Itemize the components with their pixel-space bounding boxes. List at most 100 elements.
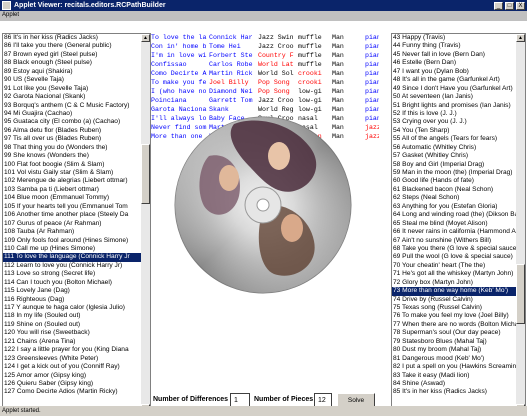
list-item[interactable]: 87 Brown eyed girl (Steel pulse): [3, 51, 141, 59]
list-item[interactable]: 62 Steps (Neal Schon): [392, 194, 516, 202]
left-song-list[interactable]: 86 It's in her kiss (Radics Jacks) 86 I'l…: [2, 33, 151, 413]
differences-input[interactable]: 1: [230, 393, 250, 407]
list-item[interactable]: 109 Only fools fool around (Hines Simone…: [3, 237, 141, 245]
list-item[interactable]: 97 Tis all over us (Blades Ruben): [3, 135, 141, 143]
list-item[interactable]: 111 To love the language (Connick Harry …: [3, 253, 141, 262]
list-item[interactable]: 61 Blackened bacon (Neal Schon): [392, 186, 516, 194]
list-item[interactable]: 108 Tauba (Ar Rahman): [3, 228, 141, 236]
minimize-button[interactable]: _: [494, 1, 503, 10]
list-item[interactable]: 63 Anything for you (Estefan Gloria): [392, 203, 516, 211]
list-item[interactable]: 75 Texas song (Russel Calvin): [392, 304, 516, 312]
list-item[interactable]: 73 More than one way home (Keb' Mo'): [392, 287, 516, 296]
scroll-thumb[interactable]: [516, 264, 525, 324]
scroll-up-arrow-icon[interactable]: ▲: [141, 34, 150, 42]
list-item[interactable]: 114 Can I touch you (Bolton Michael): [3, 279, 141, 287]
list-item[interactable]: 92 Garota Nacional (Skank): [3, 93, 141, 101]
list-item[interactable]: 119 Shine on (Souled out): [3, 321, 141, 329]
list-item[interactable]: 127 Como Decirte Adios (Martin Ricky): [3, 388, 141, 396]
maximize-button[interactable]: □: [505, 1, 514, 10]
list-item[interactable]: 78 Superman's soul (Our day peace): [392, 329, 516, 337]
list-item[interactable]: 55 All of the angels (Tears for fears): [392, 135, 516, 143]
list-item[interactable]: 54 You (Ten Sharp): [392, 127, 516, 135]
list-item[interactable]: 52 If this is love (J. J.): [392, 110, 516, 118]
list-item[interactable]: 79 Statesboro Blues (Mahal Taj): [392, 338, 516, 346]
list-item[interactable]: 82 I put a spell on you (Hawkins Screami…: [392, 363, 516, 371]
list-item[interactable]: 126 Quieru Saber (Gipsy king): [3, 380, 141, 388]
list-item[interactable]: 116 Righteous (Dag): [3, 296, 141, 304]
list-item[interactable]: 115 Lovely Jane (Dag): [3, 287, 141, 295]
applet-menu[interactable]: Applet: [2, 12, 19, 18]
list-item[interactable]: 99 She knows (Wonders the): [3, 152, 141, 160]
list-item[interactable]: 71 He's got all the whiskey (Martyn John…: [392, 270, 516, 278]
list-item[interactable]: 70 Your cheatin' heart (The the): [392, 262, 516, 270]
list-item[interactable]: 86 I'll take you there (General public): [3, 42, 141, 50]
list-item[interactable]: 58 Boy and Girl (Imperial Drag): [392, 161, 516, 169]
list-item[interactable]: 85 It's in her kiss (Radics Jacks): [392, 388, 516, 396]
list-item[interactable]: 56 Automatic (Whitley Chris): [392, 144, 516, 152]
list-item[interactable]: 105 If your hearts tell you (Emmanuel To…: [3, 203, 141, 211]
scroll-up-arrow-icon[interactable]: ▲: [516, 34, 525, 42]
list-item[interactable]: 123 Greensleeves (White Peter): [3, 355, 141, 363]
list-item[interactable]: 121 Chains (Arena Tina): [3, 338, 141, 346]
list-item[interactable]: 117 Y aunque te haga calor (Iglesia Juli…: [3, 304, 141, 312]
list-item[interactable]: 112 Learn to love you (Connick Harry Jr): [3, 262, 141, 270]
list-item[interactable]: 118 In my life (Souled out): [3, 312, 141, 320]
list-item[interactable]: 43 Happy (Travis): [392, 34, 516, 42]
left-list-scrollbar[interactable]: ▲ ▼: [141, 34, 150, 412]
list-item[interactable]: 90 US (Sevelle Taja): [3, 76, 141, 84]
list-item[interactable]: 44 Funny thing (Travis): [392, 42, 516, 50]
list-item[interactable]: 110 Call me up (Hines Simone): [3, 245, 141, 253]
list-item[interactable]: 45 Never fall in love (Bern Dan): [392, 51, 516, 59]
list-item[interactable]: 102 Merengue de alegrias (Liebert ottmar…: [3, 177, 141, 185]
close-button[interactable]: X: [516, 1, 525, 10]
list-item[interactable]: 84 Shine (Aswad): [392, 380, 516, 388]
list-item[interactable]: 64 Long and winding road (the) (Dikson B…: [392, 211, 516, 219]
list-item[interactable]: 69 Pull the wool (G love & special sauce…: [392, 253, 516, 261]
list-item[interactable]: 47 I want you (Dylan Bob): [392, 68, 516, 76]
list-item[interactable]: 120 You will rise (Sweetback): [3, 329, 141, 337]
list-item[interactable]: 81 Dangerous mood (Keb' Mo'): [392, 355, 516, 363]
list-item[interactable]: 100 Flat foot boogie (Slim & Slam): [3, 161, 141, 169]
list-item[interactable]: 65 Steal me blind (Moyet Alison): [392, 220, 516, 228]
list-item[interactable]: 93 Borquq's anthem (C & C Music Factory): [3, 102, 141, 110]
list-item[interactable]: 74 Drive by (Russel Calvin): [392, 296, 516, 304]
list-item[interactable]: 57 Gasket (Whitley Chris): [392, 152, 516, 160]
pieces-input[interactable]: 12: [314, 393, 332, 407]
list-item[interactable]: 88 Black enough (Steel pulse): [3, 59, 141, 67]
list-item[interactable]: 103 Samba pa ti (Liebert ottmar): [3, 186, 141, 194]
list-item[interactable]: 68 Take you there (G love & special sauc…: [392, 245, 516, 253]
list-item[interactable]: 113 Love so strong (Secret life): [3, 270, 141, 278]
list-item[interactable]: 48 It's all in the game (Garfunkel Art): [392, 76, 516, 84]
list-item[interactable]: 53 Crying over you (J. J.): [392, 118, 516, 126]
right-list-scrollbar[interactable]: ▲ ▼: [516, 34, 525, 412]
list-item[interactable]: 104 Blue moon (Emmanuel Tommy): [3, 194, 141, 202]
list-item[interactable]: 49 Since I don't Have you (Garfunkel Art…: [392, 85, 516, 93]
list-item[interactable]: 59 Man in the moon (the) (Imperial Drag): [392, 169, 516, 177]
list-item[interactable]: 94 Mi Guajira (Cachao): [3, 110, 141, 118]
list-item[interactable]: 106 Another time another place (Steely D…: [3, 211, 141, 219]
list-item[interactable]: 86 It's in her kiss (Radics Jacks): [3, 34, 141, 42]
list-item[interactable]: 50 At seventeen (Ian Janis): [392, 93, 516, 101]
list-item[interactable]: 46 Estelle (Bern Dan): [392, 59, 516, 67]
list-item[interactable]: 124 I get a kick out of you (Conniff Ray…: [3, 363, 141, 371]
list-item[interactable]: 66 It never rains in california (Hammond…: [392, 228, 516, 236]
list-item[interactable]: 77 When there are no words (Bolton Micha: [392, 321, 516, 329]
list-item[interactable]: 107 Gurus of peace (Ar Rahman): [3, 220, 141, 228]
list-item[interactable]: 125 Amor amor (Gipsy king): [3, 372, 141, 380]
list-item[interactable]: 80 Dust my broom (Mahal Taj): [392, 346, 516, 354]
list-item[interactable]: 76 To make you feel my love (Joel Billy): [392, 312, 516, 320]
list-item[interactable]: 60 Good life (Hands of fate): [392, 177, 516, 185]
list-item[interactable]: 96 Alma detu flor (Blades Ruben): [3, 127, 141, 135]
list-item[interactable]: 101 Vol vistu Gaily star (Slim & Slam): [3, 169, 141, 177]
list-item[interactable]: 91 Lot like you (Sevelle Taja): [3, 85, 141, 93]
list-item[interactable]: 122 I say a little prayer for you (King …: [3, 346, 141, 354]
list-item[interactable]: 51 Bright lights and promises (Ian Janis…: [392, 102, 516, 110]
right-song-list[interactable]: 43 Happy (Travis) 44 Funny thing (Travis)…: [391, 33, 526, 413]
list-item[interactable]: 98 That thing you do (Wonders the): [3, 144, 141, 152]
scroll-thumb[interactable]: [141, 144, 150, 204]
window-titlebar[interactable]: Applet Viewer: recitals.editors.RCPathBu…: [0, 0, 527, 11]
list-item[interactable]: 72 Glory box (Martyn John): [392, 279, 516, 287]
list-item[interactable]: 83 Take it easy (Madi lion): [392, 372, 516, 380]
list-item[interactable]: 95 Guataca city (El combo (a) (Cachao): [3, 118, 141, 126]
list-item[interactable]: 67 Ain't no sunshine (Withers Bill): [392, 237, 516, 245]
